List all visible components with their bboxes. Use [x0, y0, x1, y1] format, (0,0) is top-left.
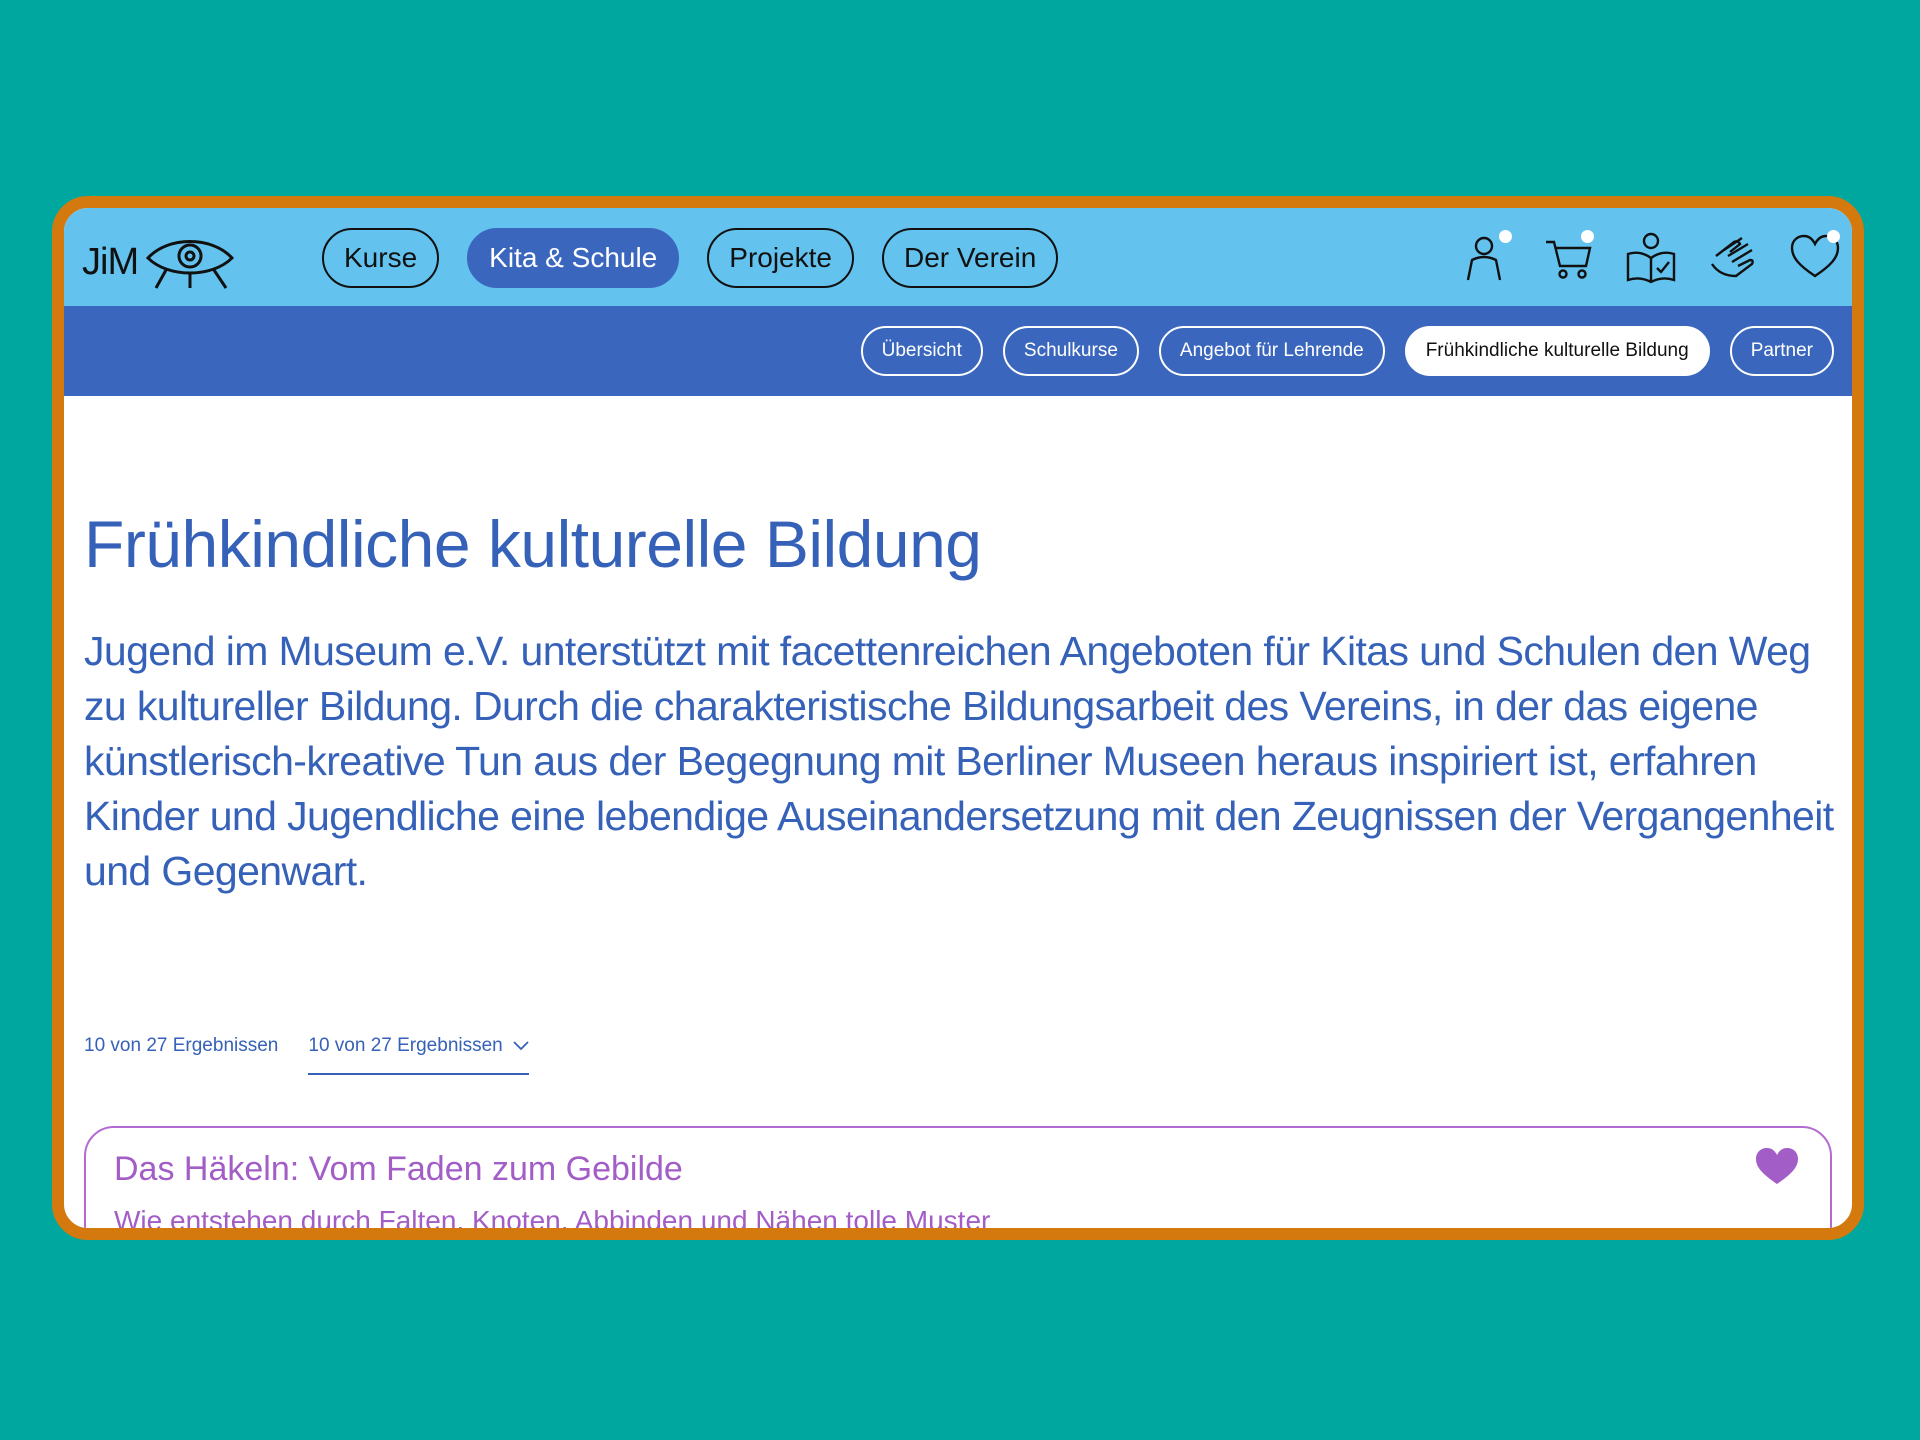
- sub-navigation: Übersicht Schulkurse Angebot für Lehrend…: [860, 326, 1834, 376]
- page-title: Frühkindliche kulturelle Bildung: [84, 507, 982, 581]
- favorites-button[interactable]: [1788, 230, 1842, 284]
- notification-dot: [1581, 230, 1594, 243]
- support-button[interactable]: [1706, 230, 1760, 284]
- subnav-partner[interactable]: Partner: [1729, 326, 1834, 376]
- nav-kita-schule[interactable]: Kita & Schule: [467, 228, 680, 288]
- intro-text: Jugend im Museum e.V. unterstützt mit fa…: [84, 628, 1834, 894]
- results-select-label: 10 von 27 Ergebnissen: [308, 1035, 503, 1056]
- chevron-down-icon: [513, 1041, 529, 1051]
- results-bar: 10 von 27 Ergebnissen 10 von 27 Ergebnis…: [84, 1035, 1844, 1075]
- favorite-heart-icon[interactable]: [1754, 1146, 1800, 1186]
- subnav-fruehkindliche-bildung[interactable]: Frühkindliche kulturelle Bildung: [1404, 326, 1710, 376]
- results-per-page-select[interactable]: 10 von 27 Ergebnissen: [308, 1035, 529, 1075]
- results-count: 10 von 27 Ergebnissen: [84, 1035, 279, 1056]
- account-button[interactable]: [1460, 230, 1514, 284]
- logo[interactable]: JiM: [82, 234, 236, 290]
- course-card-subtitle: Wie entstehen durch Falten, Knoten, Abbi…: [114, 1205, 991, 1236]
- notification-dot: [1499, 230, 1512, 243]
- top-navigation-bar: JiM Kurse Kita & Schule Projekte Der Ver…: [64, 208, 1852, 306]
- header-icons: [1460, 230, 1842, 284]
- course-card-title[interactable]: Das Häkeln: Vom Faden zum Gebilde: [114, 1150, 1802, 1189]
- subnav-schulkurse[interactable]: Schulkurse: [1002, 326, 1139, 376]
- subnav-uebersicht[interactable]: Übersicht: [860, 326, 983, 376]
- nav-kurse[interactable]: Kurse: [322, 228, 440, 288]
- cart-button[interactable]: [1542, 230, 1596, 284]
- logo-text: JiM: [82, 240, 139, 283]
- nav-der-verein[interactable]: Der Verein: [881, 228, 1059, 288]
- notification-dot: [1827, 230, 1840, 243]
- eye-logo-icon: [146, 240, 235, 289]
- reader-button[interactable]: [1624, 230, 1678, 284]
- subnav-angebot-lehrende[interactable]: Angebot für Lehrende: [1158, 326, 1385, 376]
- hands-icon: [1711, 237, 1754, 278]
- sub-navigation-bar: Übersicht Schulkurse Angebot für Lehrend…: [64, 306, 1852, 396]
- course-card[interactable]: Das Häkeln: Vom Faden zum Gebilde Wie en…: [84, 1126, 1832, 1236]
- nav-projekte[interactable]: Projekte: [707, 228, 854, 288]
- main-navigation: Kurse Kita & Schule Projekte Der Verein: [322, 228, 1059, 288]
- main-content: Frühkindliche kulturelle Bildung Jugend …: [84, 396, 1844, 1075]
- browser-frame: JiM Kurse Kita & Schule Projekte Der Ver…: [52, 196, 1864, 1240]
- reader-icon: [1626, 232, 1676, 284]
